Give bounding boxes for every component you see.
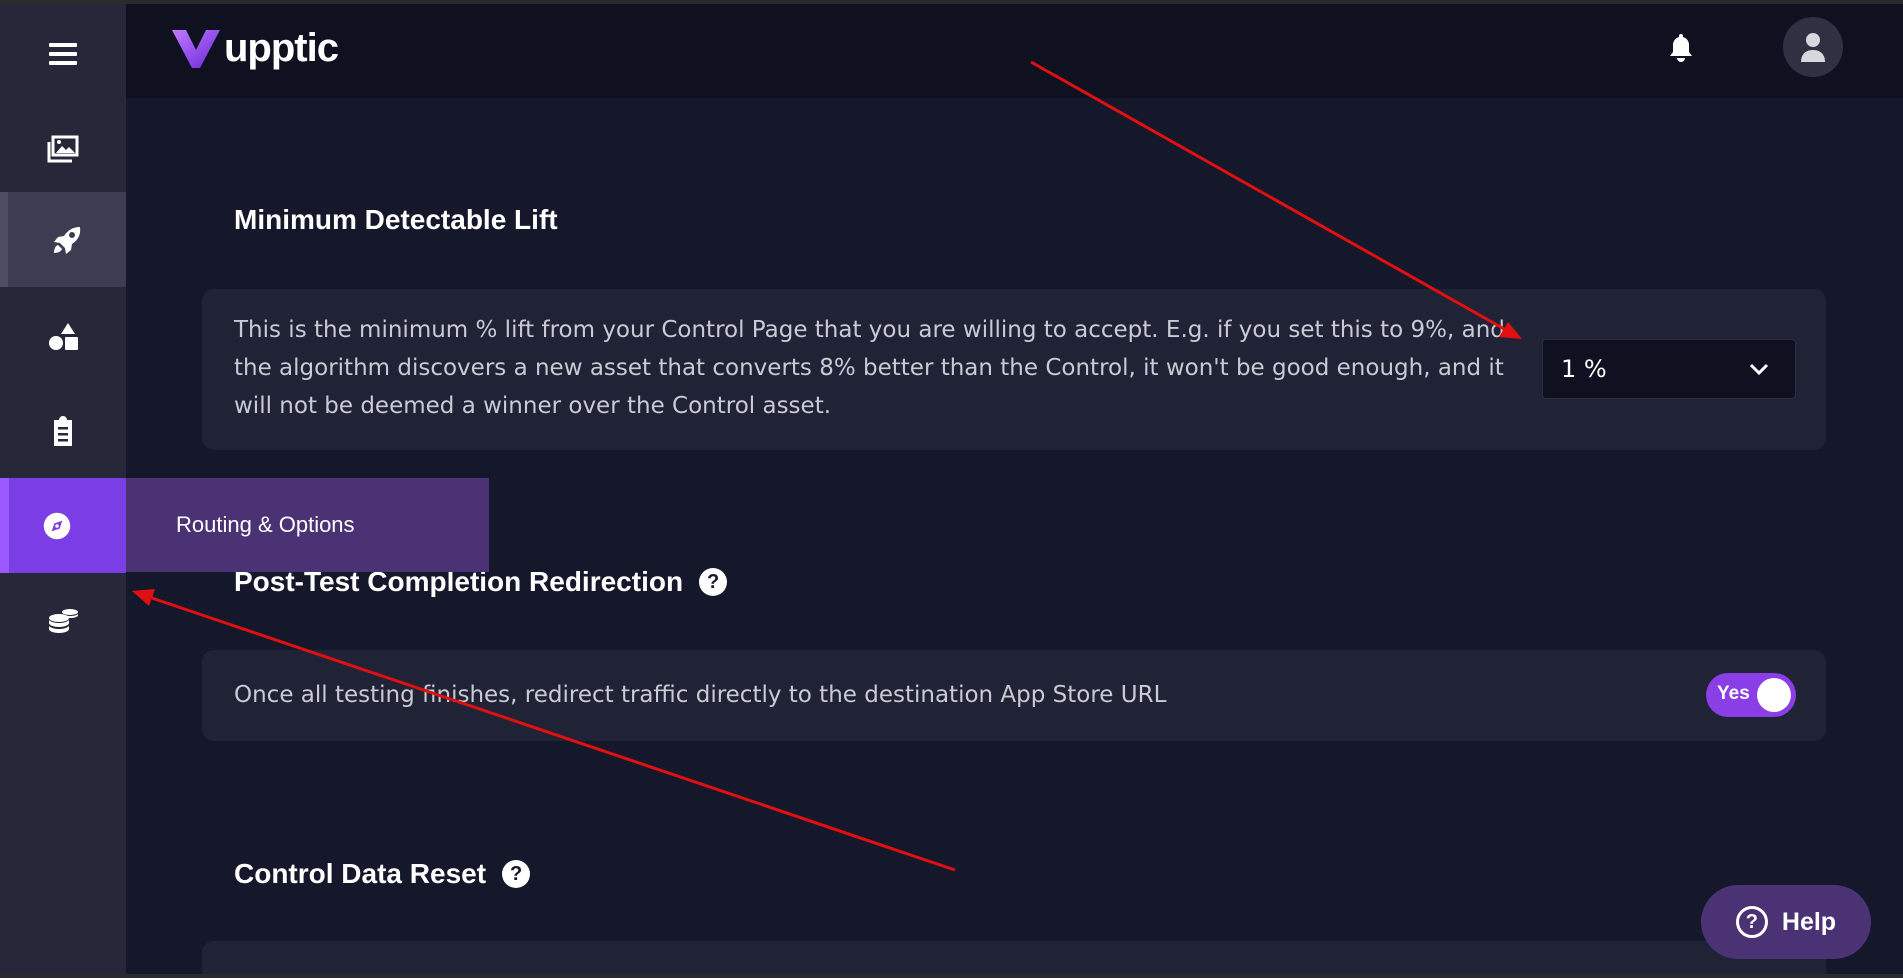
reset-help-icon[interactable]: ?	[502, 860, 531, 888]
top-header: upptic	[126, 4, 1903, 98]
reset-title-text: Control Data Reset	[234, 858, 487, 889]
compass-icon	[43, 512, 71, 539]
sidebar-item-coins[interactable]	[0, 573, 126, 668]
notifications-button[interactable]	[1666, 32, 1696, 64]
reset-card	[202, 941, 1826, 974]
app-frame: upptic Minimum Detectable Lift This is t…	[0, 4, 1903, 974]
bell-icon	[1670, 34, 1692, 62]
mdl-select[interactable]: 1 %	[1542, 339, 1796, 399]
brand-name: upptic	[224, 26, 339, 70]
chevron-down-icon	[1749, 363, 1769, 376]
sidebar-tooltip: Routing & Options	[126, 478, 489, 572]
toggle-label: Yes	[1717, 683, 1750, 704]
question-circle-icon: ?	[1735, 906, 1768, 938]
sidebar-item-launch[interactable]	[0, 192, 126, 287]
shapes-icon	[49, 322, 78, 350]
mdl-card: This is the minimum % lift from your Con…	[202, 289, 1826, 450]
sidebar-item-routing[interactable]	[0, 478, 126, 573]
user-icon	[1801, 33, 1825, 62]
clipboard-list-icon	[54, 415, 72, 446]
redirect-description: Once all testing finishes, redirect traf…	[234, 682, 1167, 708]
sidebar	[0, 4, 126, 974]
redirect-toggle[interactable]: Yes	[1706, 673, 1796, 717]
upptic-logo-icon	[172, 29, 220, 68]
sidebar-item-clipboard[interactable]	[0, 384, 126, 479]
sidebar-menu-button[interactable]	[0, 6, 126, 101]
user-avatar-button[interactable]	[1783, 17, 1843, 77]
images-icon	[47, 135, 79, 162]
hamburger-icon	[49, 42, 77, 65]
sidebar-item-media[interactable]	[0, 101, 126, 196]
rocket-icon	[54, 226, 81, 254]
reset-title: Control Data Reset ?	[234, 858, 531, 890]
mdl-select-value: 1 %	[1561, 355, 1607, 383]
help-label: Help	[1781, 907, 1837, 936]
mdl-description: This is the minimum % lift from your Con…	[234, 317, 1505, 419]
brand-logo[interactable]: upptic	[170, 26, 339, 71]
sidebar-item-shapes[interactable]	[0, 289, 126, 384]
mdl-title: Minimum Detectable Lift	[234, 204, 558, 235]
help-button[interactable]: ? Help	[1701, 885, 1871, 959]
toggle-knob	[1757, 678, 1791, 712]
coins-icon	[49, 608, 78, 633]
redirect-help-icon[interactable]: ?	[699, 568, 728, 596]
redirect-card: Once all testing finishes, redirect traf…	[202, 650, 1826, 741]
